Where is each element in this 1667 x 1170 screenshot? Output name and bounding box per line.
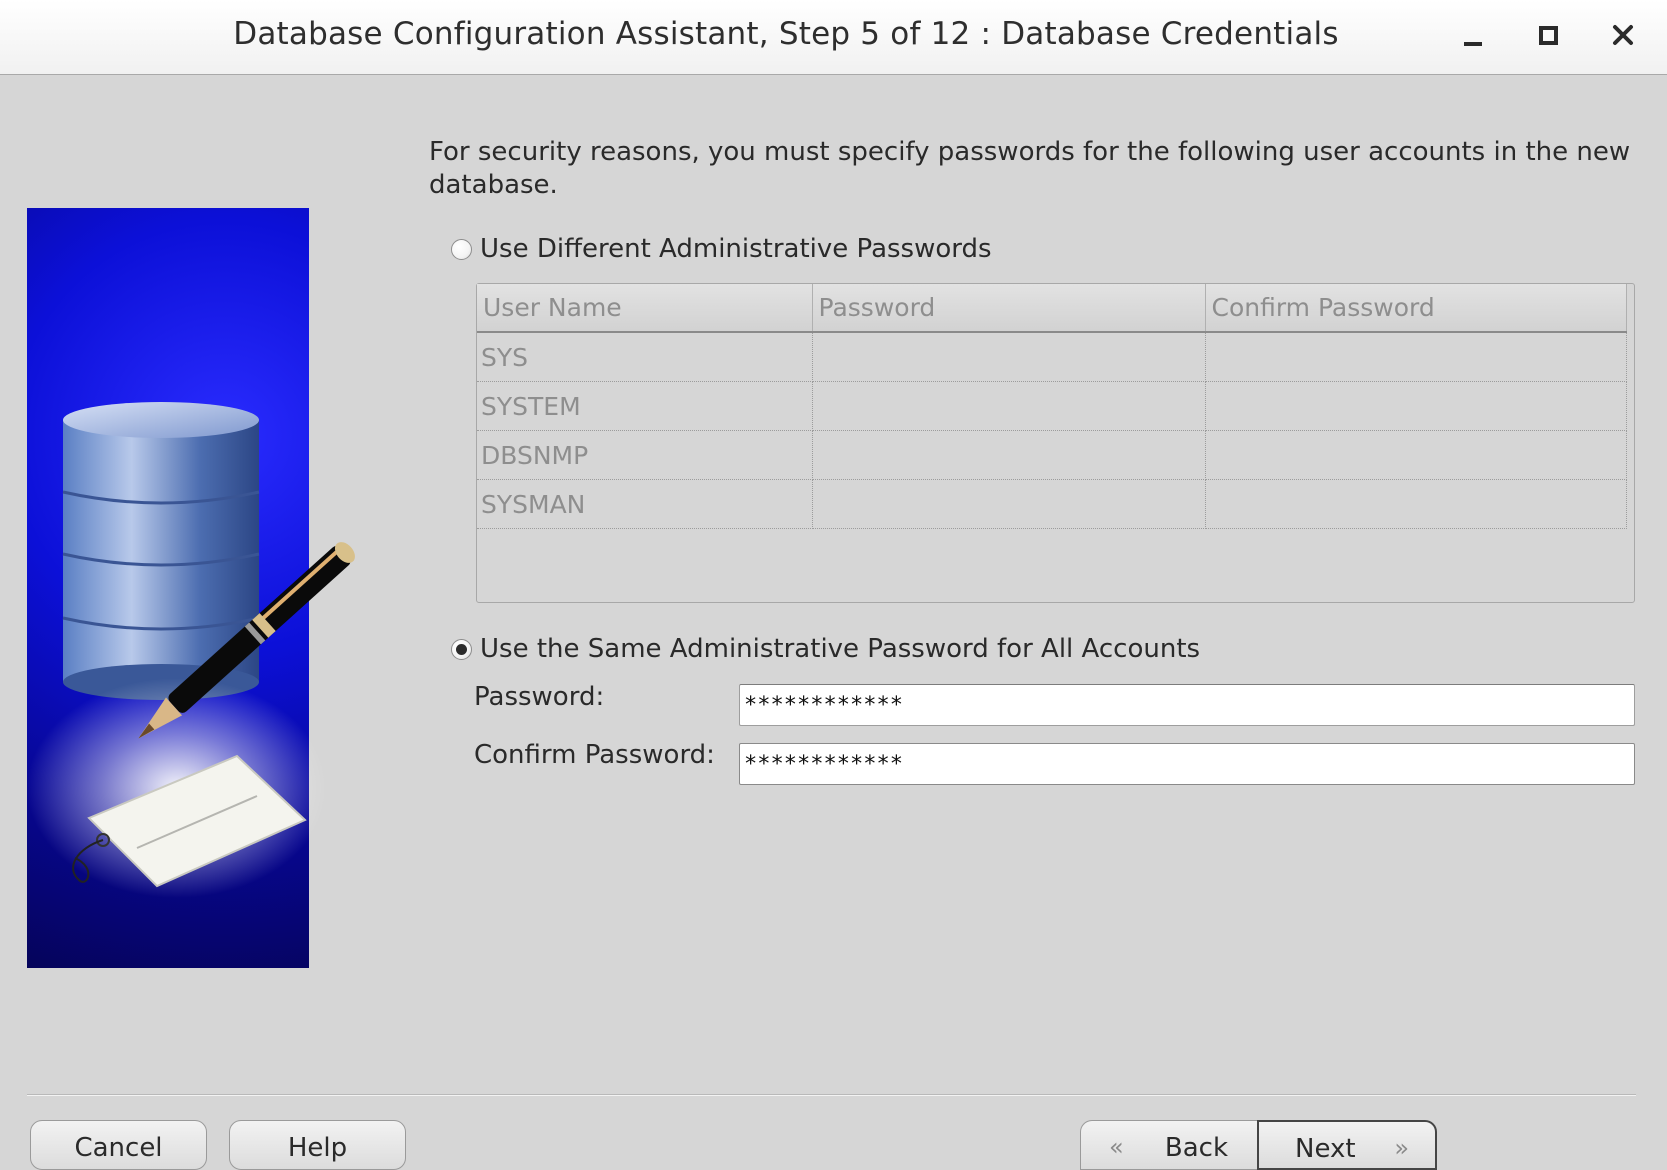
cell-confirm-password[interactable] <box>1205 430 1627 480</box>
cell-user-name: SYS <box>477 332 813 382</box>
cancel-button-label: Cancel <box>74 1133 163 1163</box>
password-field[interactable] <box>739 684 1635 726</box>
table-row: SYS <box>477 332 1627 382</box>
option-same-label: Use the Same Administrative Password for… <box>480 634 1201 664</box>
intro-text: For security reasons, you must specify p… <box>429 137 1631 200</box>
table-header-row: User Name Password Confirm Password <box>477 284 1627 333</box>
column-header-user-name: User Name <box>477 284 813 333</box>
database-credentials-illustration <box>27 402 355 898</box>
radio-same-password[interactable] <box>451 638 472 660</box>
column-header-password: Password <box>812 284 1206 333</box>
minimize-button[interactable] <box>1453 18 1493 58</box>
close-button[interactable] <box>1604 18 1644 58</box>
footer-separator <box>27 1094 1636 1096</box>
chevron-double-left-icon: « <box>1109 1133 1124 1161</box>
cell-password[interactable] <box>812 381 1206 431</box>
window-title: Database Configuration Assistant, Step 5… <box>233 16 1339 52</box>
maximize-icon <box>1539 26 1558 45</box>
cell-user-name: SYSTEM <box>477 381 813 431</box>
cell-confirm-password[interactable] <box>1205 479 1627 529</box>
back-button-label: Back <box>1164 1133 1228 1163</box>
option-same-password[interactable]: Use the Same Administrative Password for… <box>451 632 1200 666</box>
cancel-button[interactable]: Cancel <box>30 1120 207 1170</box>
confirm-password-field[interactable] <box>739 743 1635 785</box>
cell-user-name: DBSNMP <box>477 430 813 480</box>
cell-password[interactable] <box>812 430 1206 480</box>
help-button-label: Help <box>287 1133 348 1163</box>
radio-different-passwords[interactable] <box>451 238 472 260</box>
help-button[interactable]: Help <box>229 1120 406 1170</box>
table-row: DBSNMP <box>477 430 1627 480</box>
maximize-button[interactable] <box>1529 18 1569 58</box>
back-button[interactable]: « Back <box>1080 1120 1258 1170</box>
confirm-password-label: Confirm Password: <box>474 740 715 770</box>
wizard-banner-image <box>27 208 355 968</box>
minimize-icon <box>1464 42 1482 46</box>
table-row: SYSTEM <box>477 381 1627 431</box>
cell-confirm-password[interactable] <box>1205 332 1627 382</box>
cell-password[interactable] <box>812 332 1206 382</box>
option-different-passwords[interactable]: Use Different Administrative Passwords <box>451 232 992 266</box>
column-header-confirm-password: Confirm Password <box>1205 284 1627 333</box>
table-row: SYSMAN <box>477 479 1627 529</box>
title-bar: Database Configuration Assistant, Step 5… <box>0 0 1667 75</box>
user-password-table: User Name Password Confirm Password SYS … <box>476 283 1635 603</box>
password-label: Password: <box>474 682 605 712</box>
cell-user-name: SYSMAN <box>477 479 813 529</box>
cell-confirm-password[interactable] <box>1205 381 1627 431</box>
close-icon <box>1613 25 1633 45</box>
cell-password[interactable] <box>812 479 1206 529</box>
chevron-double-right-icon: » <box>1394 1134 1409 1162</box>
next-button-label: Next <box>1295 1134 1356 1164</box>
option-different-label: Use Different Administrative Passwords <box>480 234 992 264</box>
next-button[interactable]: Next » <box>1257 1120 1437 1170</box>
